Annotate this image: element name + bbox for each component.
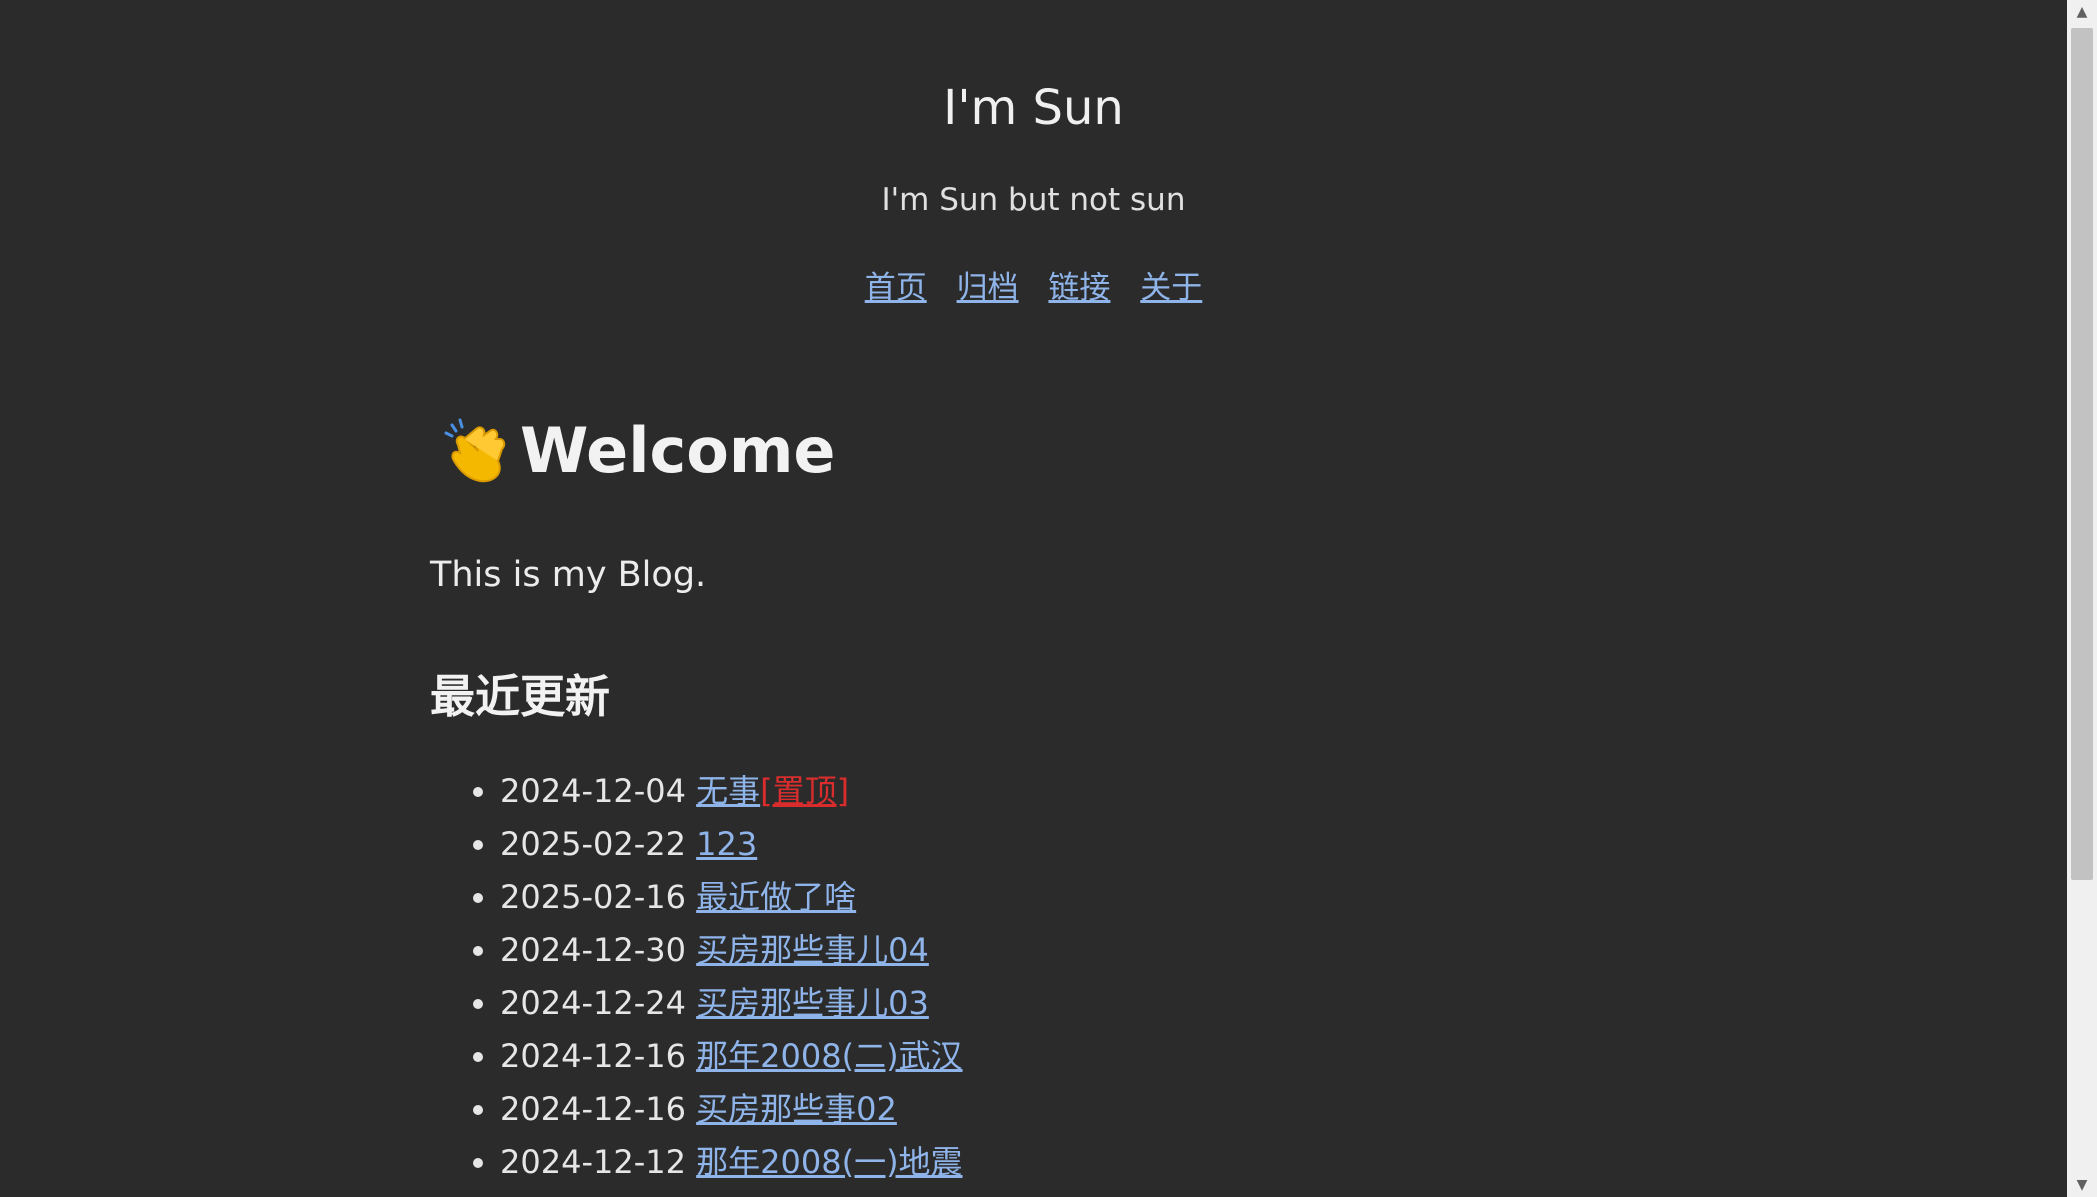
- site-subtitle: I'm Sun but not sun: [881, 182, 1186, 218]
- scrollbar-thumb[interactable]: [2071, 28, 2093, 880]
- post-link[interactable]: 那年2008(二)武汉: [696, 1037, 962, 1075]
- post-link[interactable]: 那年2008(一)地震: [696, 1143, 962, 1181]
- post-link[interactable]: 无事: [696, 772, 760, 810]
- post-date: 2024-12-30: [500, 931, 686, 969]
- post-date: 2025-02-22: [500, 825, 686, 863]
- post-link[interactable]: 买房那些事02: [696, 1090, 897, 1128]
- post-date: 2024-12-16: [500, 1037, 686, 1075]
- list-item: 2024-12-24 买房那些事儿03: [500, 977, 963, 1030]
- scroll-down-arrow-icon[interactable]: ▼: [2067, 1173, 2097, 1197]
- post-date: 2025-02-16: [500, 878, 686, 916]
- post-date: 2024-12-04: [500, 772, 686, 810]
- post-link[interactable]: 买房那些事儿03: [696, 984, 929, 1022]
- nav-archive-link[interactable]: 归档: [957, 270, 1019, 306]
- post-date: 2024-12-12: [500, 1143, 686, 1181]
- nav-about-link[interactable]: 关于: [1140, 270, 1202, 306]
- pinned-badge[interactable]: [置顶]: [760, 772, 849, 810]
- nav-links-link[interactable]: 链接: [1048, 270, 1110, 306]
- post-link[interactable]: 最近做了啥: [696, 878, 856, 916]
- list-item: 2024-12-16 那年2008(二)武汉: [500, 1030, 963, 1083]
- list-item: 2025-02-16 最近做了啥: [500, 871, 963, 924]
- list-item: 2024-12-30 买房那些事儿04: [500, 924, 963, 977]
- vertical-scrollbar[interactable]: ▲ ▼: [2067, 0, 2097, 1197]
- post-link[interactable]: 123: [696, 825, 757, 863]
- site-title: I'm Sun: [943, 80, 1124, 136]
- list-item: 2025-02-22 123: [500, 818, 963, 871]
- welcome-heading: Welcome: [430, 405, 1630, 495]
- list-item: 2024-12-04 无事[置顶]: [500, 765, 963, 818]
- nav-home-link[interactable]: 首页: [865, 270, 927, 306]
- intro-text: This is my Blog.: [430, 555, 707, 595]
- site-nav: 首页 归档 链接 关于: [0, 262, 2067, 307]
- clapping-hands-icon: [440, 415, 510, 485]
- main-content: Welcome This is my Blog. 最近更新 2024-12-04…: [430, 405, 1630, 1182]
- welcome-title: Welcome: [520, 413, 836, 487]
- page-viewport: I'm Sun I'm Sun but not sun 首页 归档 链接 关于 …: [0, 0, 2067, 1197]
- recent-updates-heading: 最近更新: [430, 670, 611, 723]
- list-item: 2024-12-12 那年2008(一)地震: [500, 1136, 963, 1189]
- post-date: 2024-12-24: [500, 984, 686, 1022]
- recent-posts-list: 2024-12-04 无事[置顶] 2025-02-22 123 2025-02…: [430, 765, 963, 1189]
- scroll-up-arrow-icon[interactable]: ▲: [2067, 0, 2097, 24]
- post-link[interactable]: 买房那些事儿04: [696, 931, 929, 969]
- list-item: 2024-12-16 买房那些事02: [500, 1083, 963, 1136]
- post-date: 2024-12-16: [500, 1090, 686, 1128]
